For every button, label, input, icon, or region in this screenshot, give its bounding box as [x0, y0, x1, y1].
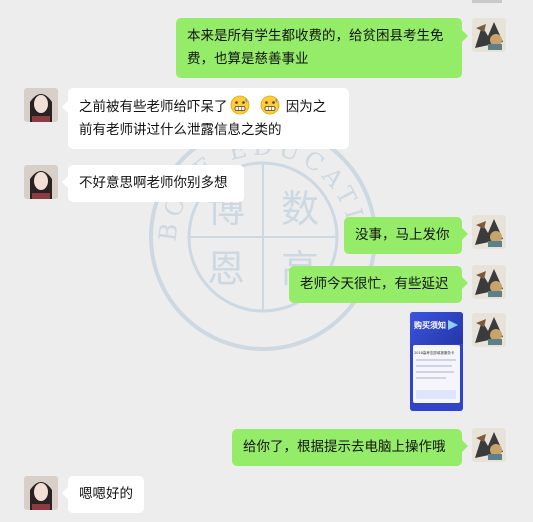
bubble-tail	[462, 277, 468, 289]
contact-avatar[interactable]	[24, 165, 58, 199]
bubble-tail	[462, 30, 468, 42]
contact-avatar[interactable]	[24, 476, 58, 510]
self-avatar[interactable]	[472, 215, 506, 249]
message-bubble[interactable]: 不好意思啊老师你别多想	[68, 165, 244, 202]
watermark-glyph: 数	[281, 187, 319, 231]
message-bubble[interactable]: 没事，马上发你	[344, 217, 462, 254]
self-avatar[interactable]	[472, 313, 506, 347]
image-subtitle: 2018高考志愿填报服务卡	[414, 351, 455, 355]
message-bubble[interactable]: 嗯嗯好的	[68, 476, 144, 513]
play-arrow-icon	[448, 320, 458, 330]
self-avatar[interactable]	[472, 265, 506, 299]
self-avatar[interactable]	[472, 18, 506, 52]
image-title: 购买须知	[414, 321, 446, 330]
message-bubble[interactable]: 老师今天很忙，有些延迟	[289, 266, 462, 303]
bubble-tail	[462, 228, 468, 240]
message-bubble[interactable]: 本来是所有学生都收费的，给贫困县考生免费，也算是慈善事业	[176, 18, 462, 78]
grimace-emoji-icon	[230, 95, 249, 115]
previous-message-edge	[0, 0, 533, 4]
image-thumbnail[interactable]: 购买须知 2018高考志愿填报服务卡	[410, 312, 463, 411]
self-avatar[interactable]	[472, 428, 506, 462]
message-text: 之前被有些老师给吓呆了	[79, 99, 228, 115]
message-bubble[interactable]: 给你了，根据提示去电脑上操作哦	[232, 429, 462, 466]
bubble-tail	[462, 440, 468, 452]
grimace-emoji-icon	[260, 95, 279, 115]
message-bubble[interactable]: 之前被有些老师给吓呆了 因为之前有老师讲过什么泄露信息之类的	[68, 88, 349, 149]
contact-avatar[interactable]	[24, 88, 58, 122]
watermark-glyph: 恩	[207, 247, 245, 291]
